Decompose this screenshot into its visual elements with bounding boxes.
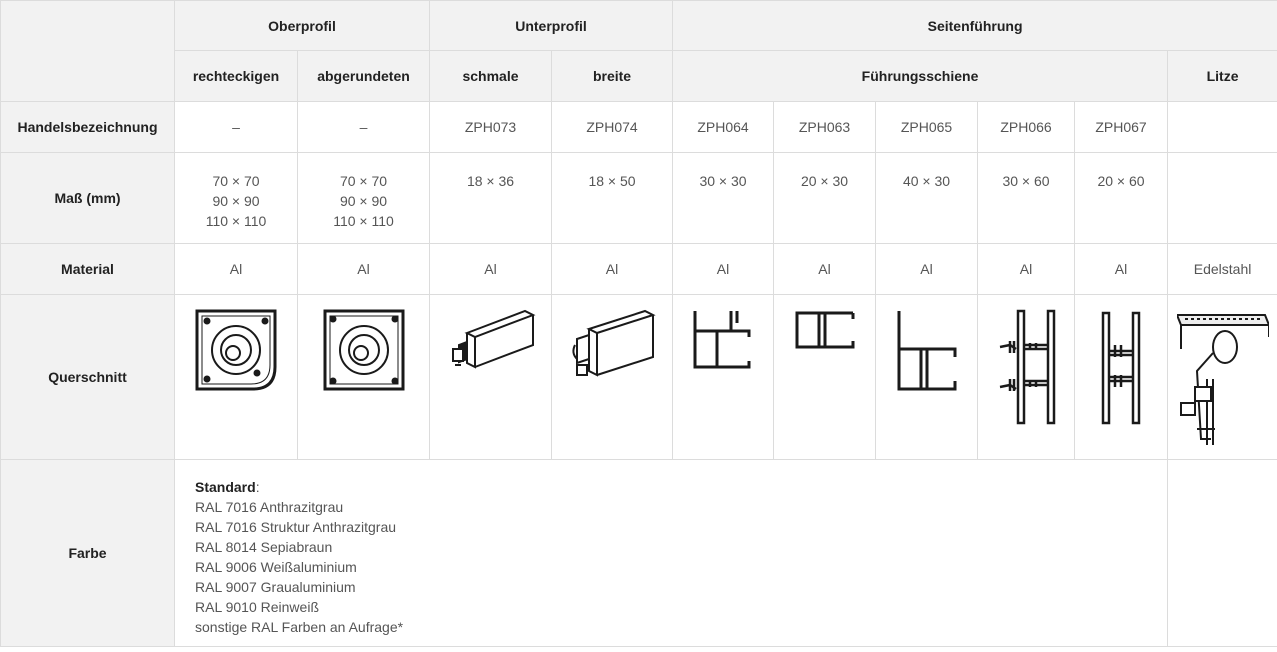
corner-cell xyxy=(0,0,175,102)
material-cell: Al xyxy=(773,243,877,295)
standard-heading: Standard: xyxy=(195,477,1167,497)
dimension-cell: 70 × 70 90 × 90 110 × 110 xyxy=(296,152,431,244)
rounded-box-profile-icon xyxy=(323,309,404,391)
color-option: RAL 8014 Sepiabraun xyxy=(195,539,333,555)
row-label-handelsbezeichnung: Handelsbezeichnung xyxy=(0,101,175,153)
rail-zph064-icon xyxy=(693,311,751,369)
trade-name-cell xyxy=(1167,101,1277,153)
cross-section-cell xyxy=(174,294,298,460)
color-option: RAL 9007 Graualuminium xyxy=(195,579,356,595)
material-cell: Al xyxy=(1074,243,1169,295)
dimension-line: 90 × 90 xyxy=(339,193,388,209)
material-cell: Al xyxy=(875,243,979,295)
color-option: RAL 9010 Reinweiß xyxy=(195,599,319,615)
dimension-cell: 20 × 60 xyxy=(1074,152,1169,244)
header-fuehrungsschiene: Führungsschiene xyxy=(672,50,1169,102)
header-oberprofil: Oberprofil xyxy=(173,0,431,51)
dimension-cell: 70 × 70 90 × 90 110 × 110 xyxy=(174,152,298,244)
material-cell: Edelstahl xyxy=(1167,243,1277,295)
header-abgerundeten: abgerundeten xyxy=(296,50,431,102)
header-litze: Litze xyxy=(1167,50,1277,102)
cross-section-cell xyxy=(977,294,1076,460)
header-breite: breite xyxy=(551,50,674,102)
cross-section-cell xyxy=(551,294,674,460)
header-seitenfuehrung: Seitenführung xyxy=(672,0,1277,51)
trade-name-cell: ZPH065 xyxy=(875,101,979,153)
rail-zph063-icon xyxy=(795,311,855,349)
row-label-mass: Maß (mm) xyxy=(0,152,175,244)
color-list: RAL 7016 Anthrazitgrau RAL 7016 Struktur… xyxy=(195,497,1167,637)
dimension-cell: 20 × 30 xyxy=(773,152,877,244)
trade-name-cell: ZPH063 xyxy=(773,101,877,153)
color-options-cell: Standard: RAL 7016 Anthrazitgrau RAL 701… xyxy=(173,459,1169,647)
cross-section-cell xyxy=(875,294,979,460)
header-rechteckigen: rechteckigen xyxy=(174,50,298,102)
dimension-cell: 40 × 30 xyxy=(875,152,979,244)
standard-label: Standard xyxy=(195,479,256,495)
dimension-line: 70 × 70 xyxy=(339,173,388,189)
color-option: RAL 9006 Weißaluminium xyxy=(195,559,357,575)
stainless-cable-icon xyxy=(1176,314,1269,445)
rail-zph067-icon xyxy=(1101,311,1141,425)
cross-section-cell xyxy=(429,294,553,460)
trade-name-cell: ZPH064 xyxy=(672,101,775,153)
color-option: RAL 7016 Struktur Anthrazitgrau xyxy=(195,519,397,535)
dimension-line: 110 × 110 xyxy=(205,213,267,229)
material-cell: Al xyxy=(174,243,298,295)
cross-section-cell xyxy=(1074,294,1169,460)
trade-name-cell: ZPH066 xyxy=(977,101,1076,153)
dimension-line: 70 × 70 xyxy=(212,173,260,189)
material-cell: Al xyxy=(551,243,674,295)
spec-table: Oberprofil Unterprofil Seitenführung rec… xyxy=(0,0,1277,647)
cross-section-cell xyxy=(773,294,877,460)
trade-name-cell: ZPH067 xyxy=(1074,101,1169,153)
material-cell: Al xyxy=(977,243,1076,295)
cross-section-cell xyxy=(1167,294,1277,460)
trade-name-cell: ZPH073 xyxy=(429,101,553,153)
header-schmale: schmale xyxy=(429,50,553,102)
rail-zph065-icon xyxy=(897,311,957,391)
dimension-cell: 30 × 30 xyxy=(672,152,775,244)
cross-section-cell xyxy=(296,294,431,460)
dimension-cell: 30 × 60 xyxy=(977,152,1076,244)
rail-zph066-icon xyxy=(999,309,1056,425)
narrow-bottom-profile-icon xyxy=(451,309,536,369)
row-label-querschnitt: Querschnitt xyxy=(0,294,175,460)
rect-box-profile-icon xyxy=(195,309,277,391)
color-option: sonstige RAL Farben an Aufrage* xyxy=(195,619,404,635)
trade-name-cell: – xyxy=(296,101,431,153)
material-cell: Al xyxy=(296,243,431,295)
dimension-cell: 18 × 36 xyxy=(429,152,553,244)
empty-cell-litze-farbe xyxy=(1167,459,1277,647)
material-cell: Al xyxy=(672,243,775,295)
dimension-line: 110 × 110 xyxy=(333,213,394,229)
row-label-material: Material xyxy=(0,243,175,295)
dimension-line: 90 × 90 xyxy=(212,193,260,209)
wide-bottom-profile-icon xyxy=(572,309,656,377)
row-label-farbe: Farbe xyxy=(0,459,175,647)
dimension-cell: 18 × 50 xyxy=(551,152,674,244)
material-cell: Al xyxy=(429,243,553,295)
trade-name-cell: ZPH074 xyxy=(551,101,674,153)
header-unterprofil: Unterprofil xyxy=(429,0,674,51)
color-option: RAL 7016 Anthrazitgrau xyxy=(195,499,344,515)
dimension-cell xyxy=(1167,152,1277,244)
cross-section-cell xyxy=(672,294,775,460)
standard-colon: : xyxy=(255,479,260,495)
trade-name-cell: – xyxy=(174,101,298,153)
